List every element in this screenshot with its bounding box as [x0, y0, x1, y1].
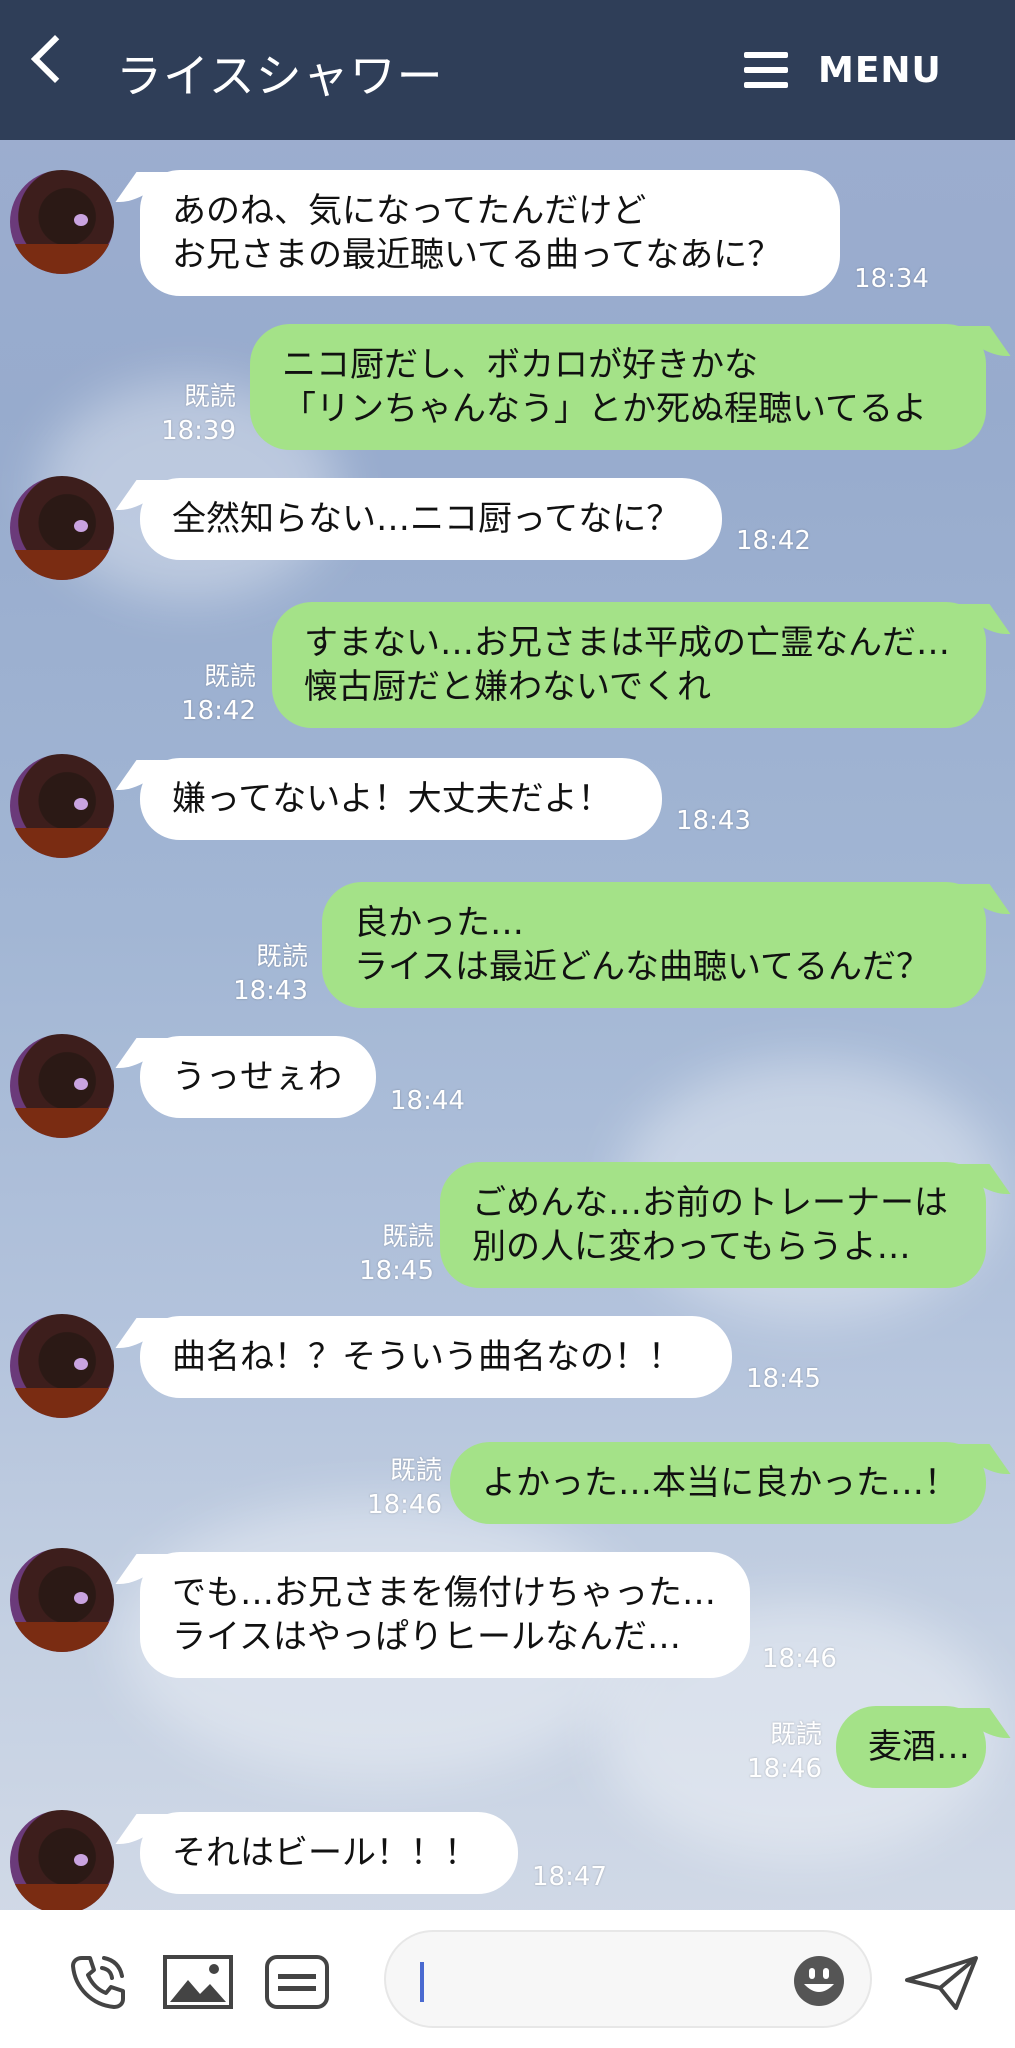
message-time: 18:42: [736, 526, 811, 556]
message-bubble-outgoing: 麦酒…: [836, 1706, 986, 1788]
contact-avatar[interactable]: [10, 1034, 114, 1138]
message-bubble-outgoing: 良かった… ライスは最近どんな曲聴いてるんだ？: [322, 882, 986, 1008]
message-time: 18:45: [359, 1256, 434, 1286]
contact-avatar[interactable]: [10, 476, 114, 580]
message-bubble-incoming: うっせぇわ: [140, 1036, 376, 1118]
chat-title: ライスシャワー: [116, 49, 444, 103]
message-time: 18:39: [161, 416, 236, 446]
message-bubble-outgoing: ごめんな…お前のトレーナーは 別の人に変わってもらうよ…: [440, 1162, 986, 1288]
message-time: 18:46: [747, 1754, 822, 1784]
read-label: 既読: [203, 662, 256, 692]
message-bubble-incoming: あのね、気になってたんだけど お兄さまの最近聴いてる曲ってなあに？: [140, 170, 840, 296]
chat-header: ライスシャワー MENU: [0, 0, 1015, 140]
message-bubble-incoming: それはビール！！！: [140, 1812, 518, 1894]
text-cursor: [420, 1962, 424, 2002]
read-label: 既読: [769, 1720, 822, 1750]
contact-avatar[interactable]: [10, 754, 114, 858]
hamburger-icon: [744, 52, 788, 88]
read-receipt: 既読 18:45: [348, 1220, 434, 1288]
read-receipt: 既読 18:46: [356, 1454, 442, 1522]
image-icon[interactable]: [162, 1954, 234, 2010]
keyboard-icon[interactable]: [264, 1954, 330, 2010]
message-bubble-incoming: 曲名ね！？そういう曲名なの！！: [140, 1316, 732, 1398]
message-bubble-incoming: 嫌ってないよ！大丈夫だよ！: [140, 758, 662, 840]
message-time: 18:42: [181, 696, 256, 726]
message-bubble-outgoing: よかった…本当に良かった…！: [450, 1442, 986, 1524]
message-time: 18:46: [367, 1490, 442, 1520]
message-time: 18:47: [532, 1862, 607, 1892]
read-receipt: 既読 18:46: [736, 1718, 822, 1786]
contact-avatar[interactable]: [10, 1314, 114, 1418]
message-bubble-incoming: でも…お兄さまを傷付けちゃった… ライスはやっぱりヒールなんだ…: [140, 1552, 750, 1678]
message-time: 18:44: [390, 1086, 465, 1116]
message-time: 18:43: [676, 806, 751, 836]
read-receipt: 既読 18:39: [150, 380, 236, 448]
message-time: 18:43: [233, 976, 308, 1006]
emoji-icon[interactable]: [792, 1954, 846, 2008]
read-receipt: 既読 18:42: [170, 660, 256, 728]
read-label: 既読: [389, 1456, 442, 1486]
contact-avatar[interactable]: [10, 1810, 114, 1914]
back-arrow-icon[interactable]: [30, 34, 80, 84]
menu-label: MENU: [818, 50, 942, 91]
read-label: 既読: [381, 1222, 434, 1252]
read-label: 既読: [183, 382, 236, 412]
contact-avatar[interactable]: [10, 170, 114, 274]
send-icon[interactable]: [904, 1954, 980, 2012]
message-input[interactable]: [384, 1930, 872, 2028]
message-bubble-incoming: 全然知らない…ニコ厨ってなに？: [140, 478, 722, 560]
message-time: 18:34: [854, 264, 929, 294]
input-bar: [0, 1910, 1015, 2048]
message-bubble-outgoing: ニコ厨だし、ボカロが好きかな 「リンちゃんなう」とか死ぬ程聴いてるよ: [250, 324, 986, 450]
message-time: 18:45: [746, 1364, 821, 1394]
read-label: 既読: [255, 942, 308, 972]
read-receipt: 既読 18:43: [222, 940, 308, 1008]
message-bubble-outgoing: すまない…お兄さまは平成の亡霊なんだ… 懐古厨だと嫌わないでくれ: [272, 602, 986, 728]
contact-avatar[interactable]: [10, 1548, 114, 1652]
message-time: 18:46: [762, 1644, 837, 1674]
phone-icon[interactable]: [68, 1952, 128, 2012]
